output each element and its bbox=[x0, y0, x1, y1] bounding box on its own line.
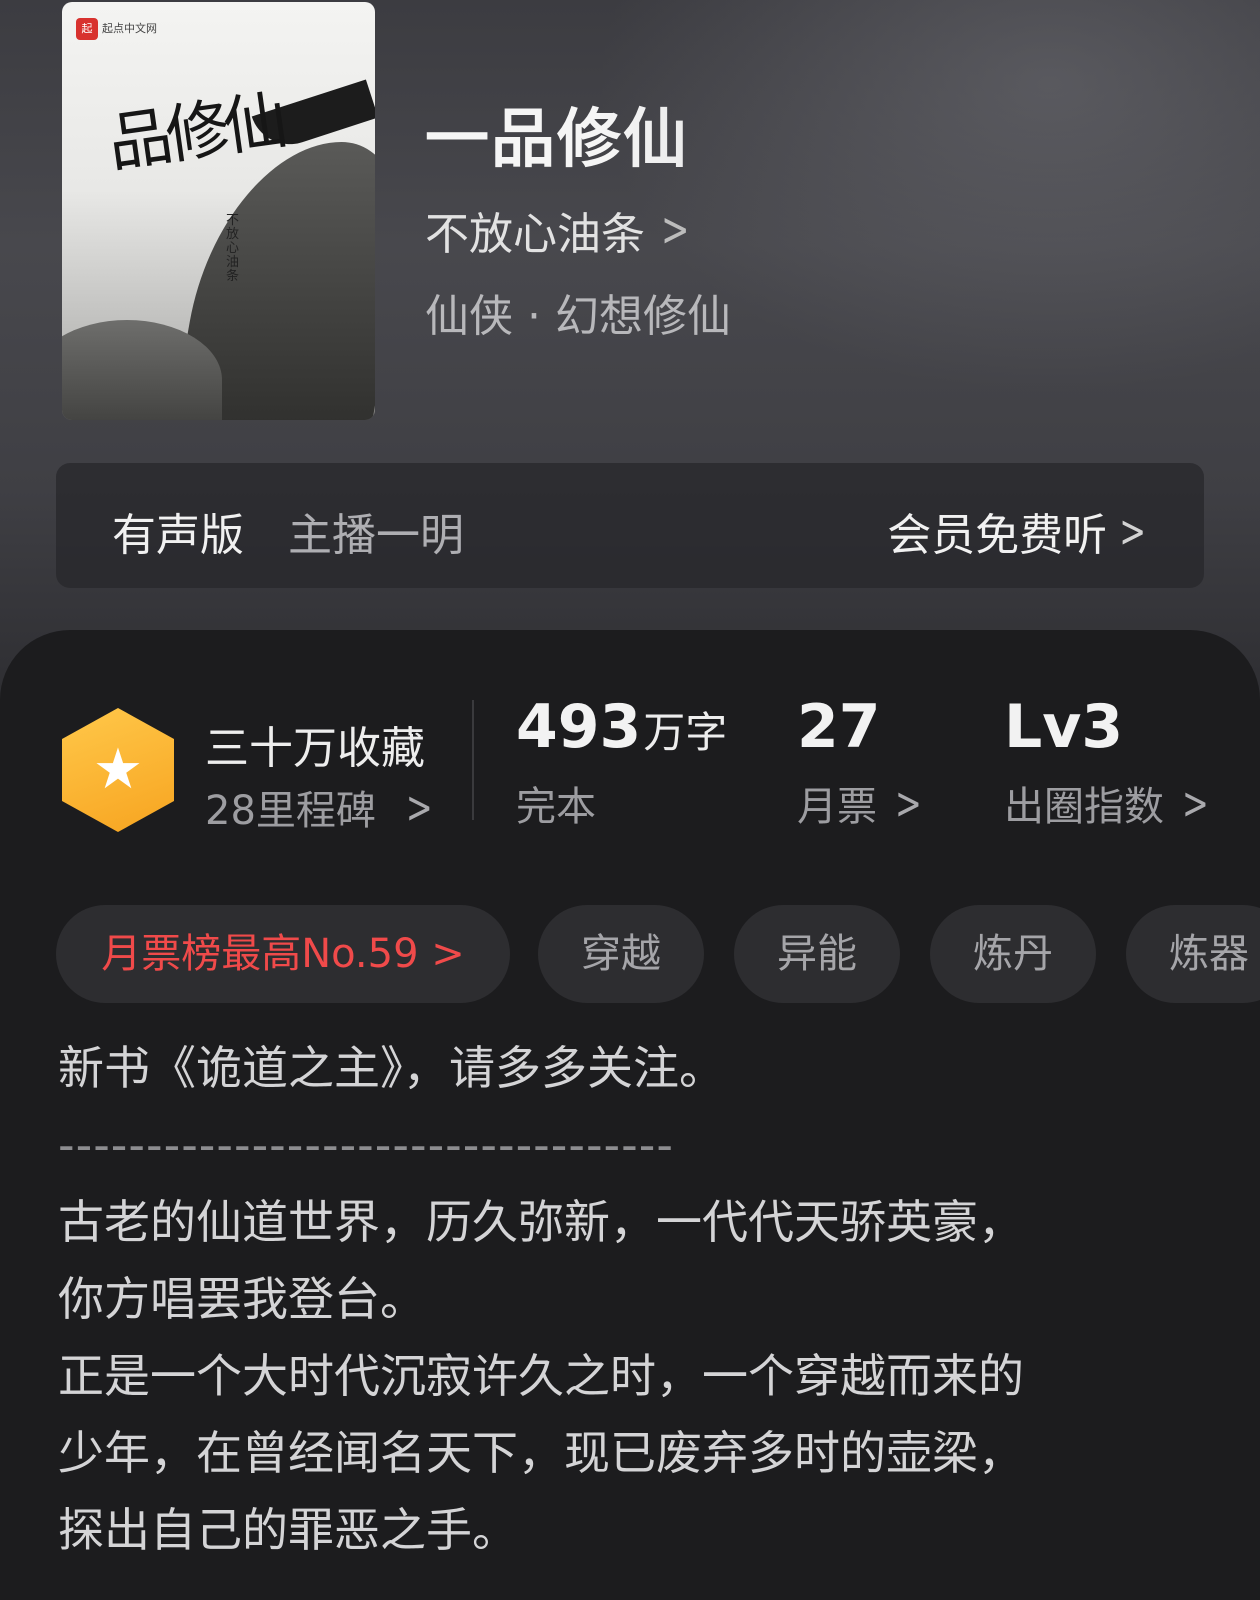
cover-title-art: 品修仙 bbox=[103, 84, 287, 182]
author-link[interactable]: 不放心油条 > bbox=[425, 198, 690, 262]
monthly-votes-number: 27 bbox=[797, 692, 881, 762]
influence-level: Lv3 bbox=[1004, 692, 1124, 762]
book-detail-sheet: ★ 三十万收藏 28里程碑 > 493万字 完本 27 月票 > Lv3 出圈指数… bbox=[0, 630, 1260, 1600]
audio-label: 有声版 bbox=[112, 510, 244, 561]
tag-chip[interactable]: 炼丹 bbox=[930, 905, 1096, 1003]
stats-divider bbox=[472, 700, 474, 820]
description-line: 古老的仙道世界，历久弥新，一代代天骄英豪， bbox=[58, 1195, 1024, 1249]
completion-status: 完本 bbox=[516, 784, 596, 830]
audio-version-bar[interactable]: 有声版 主播一明 会员免费听 > bbox=[56, 463, 1204, 588]
audio-host: 主播一明 bbox=[288, 510, 464, 561]
influence-label: 出圈指数 bbox=[1004, 784, 1164, 830]
monthly-votes-label: 月票 bbox=[797, 784, 877, 830]
author-name: 不放心油条 bbox=[425, 209, 645, 260]
description-line: 你方唱罢我登台。 bbox=[58, 1272, 426, 1326]
word-count-number: 493 bbox=[516, 692, 642, 762]
chevron-right-icon: > bbox=[1119, 504, 1146, 558]
monthly-votes-stat[interactable]: 27 月票 > bbox=[797, 692, 922, 832]
book-title: 一品修仙 bbox=[425, 103, 689, 177]
word-count-unit: 万字 bbox=[643, 708, 728, 757]
tag-chip[interactable]: 异能 bbox=[734, 905, 900, 1003]
book-cover[interactable]: 起 起点中文网 品修仙 不放心油条 bbox=[62, 2, 375, 420]
description-line: 新书《诡道之主》，请多多关注。 bbox=[58, 1041, 725, 1095]
chevron-right-icon: > bbox=[1182, 776, 1209, 830]
description-separator: ----------------------------------- bbox=[58, 1118, 674, 1172]
tag-chip[interactable]: 穿越 bbox=[538, 905, 704, 1003]
description-line: 探出自己的罪恶之手。 bbox=[58, 1503, 518, 1557]
milestones-label: 28里程碑 bbox=[205, 788, 376, 834]
star-icon: ★ bbox=[92, 737, 144, 802]
book-description[interactable]: 新书《诡道之主》，请多多关注。 ------------------------… bbox=[58, 1030, 1218, 1569]
cover-publisher: 起点中文网 bbox=[102, 22, 157, 35]
chevron-right-icon: > bbox=[661, 202, 690, 258]
tag-list: 月票榜最高No.59 > 穿越 异能 炼丹 炼器 bbox=[56, 905, 1260, 1005]
rank-tag[interactable]: 月票榜最高No.59 > bbox=[56, 905, 510, 1003]
tag-chip[interactable]: 炼器 bbox=[1126, 905, 1260, 1003]
book-header: 起 起点中文网 品修仙 不放心油条 一品修仙 不放心油条 > 仙侠 · 幻想修仙… bbox=[0, 0, 1260, 700]
cover-author-art: 不放心油条 bbox=[226, 213, 240, 284]
chevron-right-icon: > bbox=[895, 776, 922, 830]
description-line: 少年，在曾经闻名天下，现已废弃多时的壶梁， bbox=[58, 1426, 1024, 1480]
listen-free-label: 会员免费听 bbox=[887, 510, 1108, 561]
description-line: 正是一个大时代沉寂许久之时，一个穿越而来的 bbox=[58, 1349, 1024, 1403]
chevron-right-icon: > bbox=[405, 780, 433, 834]
favorites-count: 三十万收藏 bbox=[205, 723, 425, 774]
book-genre: 仙侠 · 幻想修仙 bbox=[425, 291, 731, 342]
word-count-stat: 493万字 完本 bbox=[516, 692, 727, 832]
milestones-link[interactable]: 28里程碑 > bbox=[205, 778, 433, 836]
favorites-badge[interactable]: ★ bbox=[62, 708, 174, 832]
influence-index-stat[interactable]: Lv3 出圈指数 > bbox=[1004, 692, 1209, 832]
cover-logo-icon: 起 bbox=[76, 18, 98, 40]
listen-free-button[interactable]: 会员免费听 > bbox=[887, 499, 1146, 563]
